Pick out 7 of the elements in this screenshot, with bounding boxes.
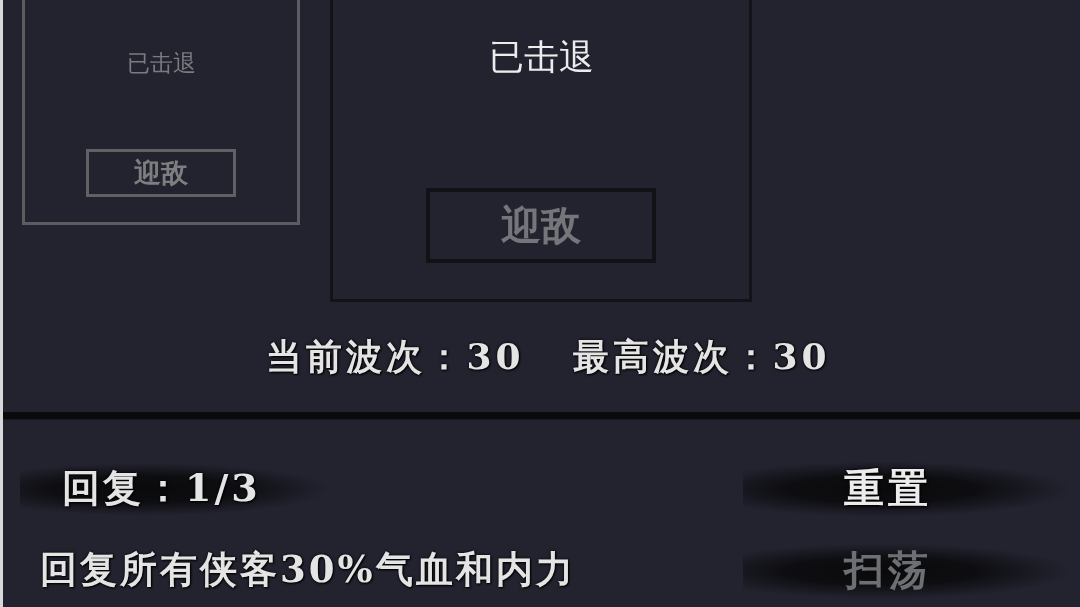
recovery-description: 回复所有侠客30%气血和内力: [40, 546, 576, 593]
status-text: 已击退: [126, 50, 196, 78]
wave-count-text: 最高波次：30: [572, 335, 831, 379]
status-text: 已击退: [488, 36, 594, 78]
wave-count-text: 当前波次：30: [266, 335, 525, 379]
engage-button[interactable]: 迎敌: [86, 148, 236, 197]
engage-button[interactable]: 迎敌: [426, 188, 656, 263]
